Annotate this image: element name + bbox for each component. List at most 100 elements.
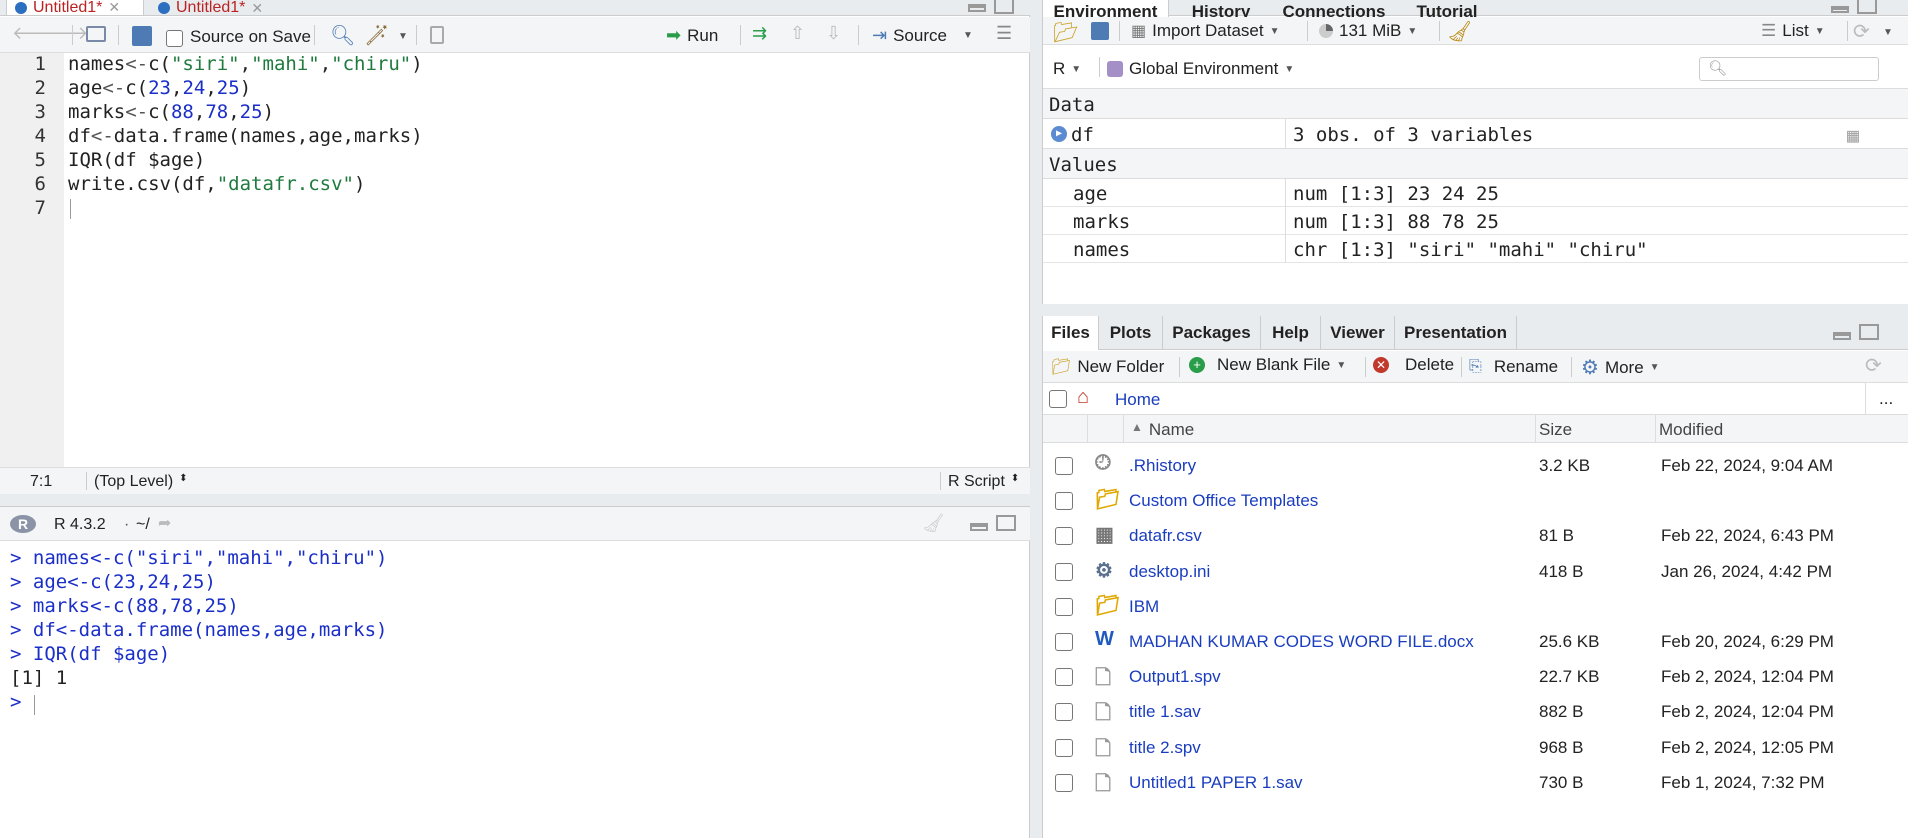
forward-arrow-icon[interactable]: 🡒 — [40, 23, 88, 44]
file-row[interactable]: 🕘︎ .Rhistory 3.2 KB Feb 22, 2024, 9:04 AM — [1043, 449, 1908, 483]
file-checkbox[interactable] — [1055, 668, 1073, 687]
tab-presentation[interactable]: Presentation — [1395, 316, 1517, 350]
maximize-icon[interactable] — [994, 0, 1014, 14]
file-checkbox[interactable] — [1055, 738, 1073, 757]
file-name[interactable]: IBM — [1129, 597, 1159, 617]
file-type-selector[interactable]: R Script ⬍ — [948, 473, 1019, 491]
file-row[interactable]: 🗋 Output1.spv 22.7 KB Feb 2, 2024, 12:04 PM — [1043, 660, 1908, 694]
source-button[interactable]: ⇥ Source ▼ — [872, 25, 973, 46]
file-checkbox[interactable] — [1055, 527, 1073, 546]
file-name[interactable]: Untitled1 PAPER 1.sav — [1129, 773, 1303, 793]
minimize-icon[interactable] — [970, 523, 988, 531]
compile-report-icon[interactable] — [430, 26, 444, 44]
outline-icon[interactable]: ☰ — [996, 23, 1012, 44]
tab-plots[interactable]: Plots — [1099, 316, 1163, 350]
tab-help[interactable]: Help — [1261, 316, 1321, 350]
tab-viewer[interactable]: Viewer — [1321, 316, 1395, 350]
maximize-icon[interactable] — [996, 515, 1016, 531]
more-options-button[interactable]: ... — [1879, 389, 1893, 409]
file-name[interactable]: desktop.ini — [1129, 562, 1210, 582]
file-name[interactable]: title 1.sav — [1129, 702, 1201, 722]
env-search-input[interactable]: 🔍︎ — [1699, 57, 1879, 81]
working-directory[interactable]: ~/ — [136, 516, 150, 534]
tab-packages[interactable]: Packages — [1163, 316, 1261, 350]
tab-history[interactable]: History — [1173, 0, 1269, 18]
env-row-df[interactable]: ▶ df 3 obs. of 3 variables ▦ — [1043, 119, 1908, 149]
search-icon[interactable]: 🔍︎ — [330, 23, 355, 48]
file-row[interactable]: W MADHAN KUMAR CODES WORD FILE.docx 25.6 K… — [1043, 625, 1908, 659]
code-area[interactable]: 1 names<-c("siri","mahi","chiru") 2 age<… — [0, 53, 1030, 467]
language-selector[interactable]: R ▼ — [1053, 59, 1081, 79]
memory-usage-button[interactable]: 131 MiB ▼ — [1319, 21, 1417, 41]
breadcrumb-home[interactable]: Home — [1115, 390, 1160, 410]
select-all-checkbox[interactable] — [1049, 390, 1067, 408]
environment-selector[interactable]: Global Environment ▼ — [1107, 59, 1294, 79]
save-icon[interactable] — [132, 26, 152, 46]
file-name[interactable]: MADHAN KUMAR CODES WORD FILE.docx — [1129, 632, 1474, 652]
rename-button[interactable]: ⎘ Rename — [1469, 357, 1558, 377]
import-dataset-button[interactable]: ▦ Import Dataset ▼ — [1131, 21, 1280, 41]
source-on-save-checkbox[interactable] — [166, 30, 183, 47]
scope-selector[interactable]: (Top Level) ⬍ — [94, 473, 188, 491]
file-name[interactable]: Output1.spv — [1129, 667, 1221, 687]
column-header-size[interactable]: Size — [1539, 420, 1572, 440]
minimize-icon[interactable] — [1833, 332, 1851, 340]
file-row[interactable]: 🗋 Untitled1 PAPER 1.sav 730 B Feb 1, 2024, … — [1043, 766, 1908, 800]
new-folder-button[interactable]: 📁︎ New Folder — [1051, 357, 1164, 377]
tab-tutorial[interactable]: Tutorial — [1399, 0, 1495, 18]
close-icon[interactable]: ✕ — [108, 0, 120, 15]
go-down-icon[interactable]: ⇩ — [826, 23, 841, 44]
maximize-icon[interactable] — [1859, 324, 1879, 340]
file-checkbox[interactable] — [1055, 773, 1073, 792]
file-row[interactable]: 📁︎ Custom Office Templates — [1043, 484, 1908, 518]
file-checkbox[interactable] — [1055, 457, 1073, 475]
file-name[interactable]: Custom Office Templates — [1129, 491, 1318, 511]
close-icon[interactable]: ✕ — [251, 0, 263, 16]
chevron-down-icon[interactable]: ▼ — [963, 30, 973, 41]
editor-tab-1[interactable]: Untitled1* ✕ — [6, 0, 144, 16]
file-checkbox[interactable] — [1055, 633, 1073, 651]
refresh-icon[interactable]: ⟳ — [1865, 353, 1882, 378]
env-search-field[interactable] — [1728, 60, 1874, 78]
refresh-icon[interactable]: ⟳ — [1853, 19, 1870, 44]
tab-environment[interactable]: Environment — [1043, 0, 1169, 18]
env-row-marks[interactable]: marks num [1:3] 88 78 25 — [1043, 207, 1908, 235]
view-mode-selector[interactable]: ☰ List ▼ — [1761, 21, 1825, 41]
file-row[interactable]: 🗋 title 1.sav 882 B Feb 2, 2024, 12:04 PM — [1043, 695, 1908, 729]
open-folder-icon[interactable]: 📂︎ — [1053, 20, 1078, 45]
file-row[interactable]: 🗋 title 2.spv 968 B Feb 2, 2024, 12:05 PM — [1043, 731, 1908, 765]
broom-icon[interactable]: 🧹︎ — [922, 513, 945, 534]
column-header-name[interactable]: ▲ Name — [1131, 420, 1194, 440]
tab-files[interactable]: Files — [1043, 316, 1099, 350]
tab-connections[interactable]: Connections — [1269, 0, 1399, 18]
env-row-age[interactable]: age num [1:3] 23 24 25 — [1043, 179, 1908, 207]
file-row[interactable]: ⚙ desktop.ini 418 B Jan 26, 2024, 4:42 PM — [1043, 555, 1908, 589]
home-icon[interactable]: ⌂ — [1077, 386, 1089, 409]
minimize-icon[interactable] — [968, 4, 986, 12]
delete-button[interactable]: ✕ Delete — [1373, 355, 1454, 375]
chevron-down-icon[interactable]: ▼ — [1883, 27, 1893, 38]
editor-tab-2[interactable]: Untitled1* ✕ — [150, 0, 288, 16]
file-checkbox[interactable] — [1055, 703, 1073, 722]
magic-wand-icon[interactable]: 🪄︎ — [364, 23, 389, 48]
go-to-directory-icon[interactable]: ➦ — [158, 513, 171, 533]
file-checkbox[interactable] — [1055, 492, 1073, 511]
file-checkbox[interactable] — [1055, 562, 1073, 581]
file-name[interactable]: .Rhistory — [1129, 456, 1196, 476]
new-blank-file-button[interactable]: + New Blank File ▼ — [1189, 355, 1346, 375]
file-row[interactable]: ▦ datafr.csv 81 B Feb 22, 2024, 6:43 PM — [1043, 519, 1908, 553]
save-icon[interactable] — [1091, 22, 1109, 40]
run-button[interactable]: ➡ Run — [666, 25, 718, 46]
file-row[interactable]: 📁︎ IBM — [1043, 590, 1908, 624]
more-button[interactable]: ⚙ More ▼ — [1581, 355, 1660, 380]
env-row-names[interactable]: names chr [1:3] "siri" "mahi" "chiru" — [1043, 235, 1908, 263]
expand-icon[interactable]: ▶ — [1051, 126, 1067, 142]
maximize-icon[interactable] — [1857, 0, 1877, 14]
console-output[interactable]: > names<-c("siri","mahi","chiru") > age<… — [0, 543, 1030, 833]
chevron-down-icon[interactable]: ▼ — [398, 31, 408, 42]
table-icon[interactable]: ▦ — [1847, 123, 1859, 147]
go-up-icon[interactable]: ⇧ — [790, 23, 805, 44]
minimize-icon[interactable] — [1831, 6, 1849, 13]
file-name[interactable]: datafr.csv — [1129, 526, 1202, 546]
file-name[interactable]: title 2.spv — [1129, 738, 1201, 758]
